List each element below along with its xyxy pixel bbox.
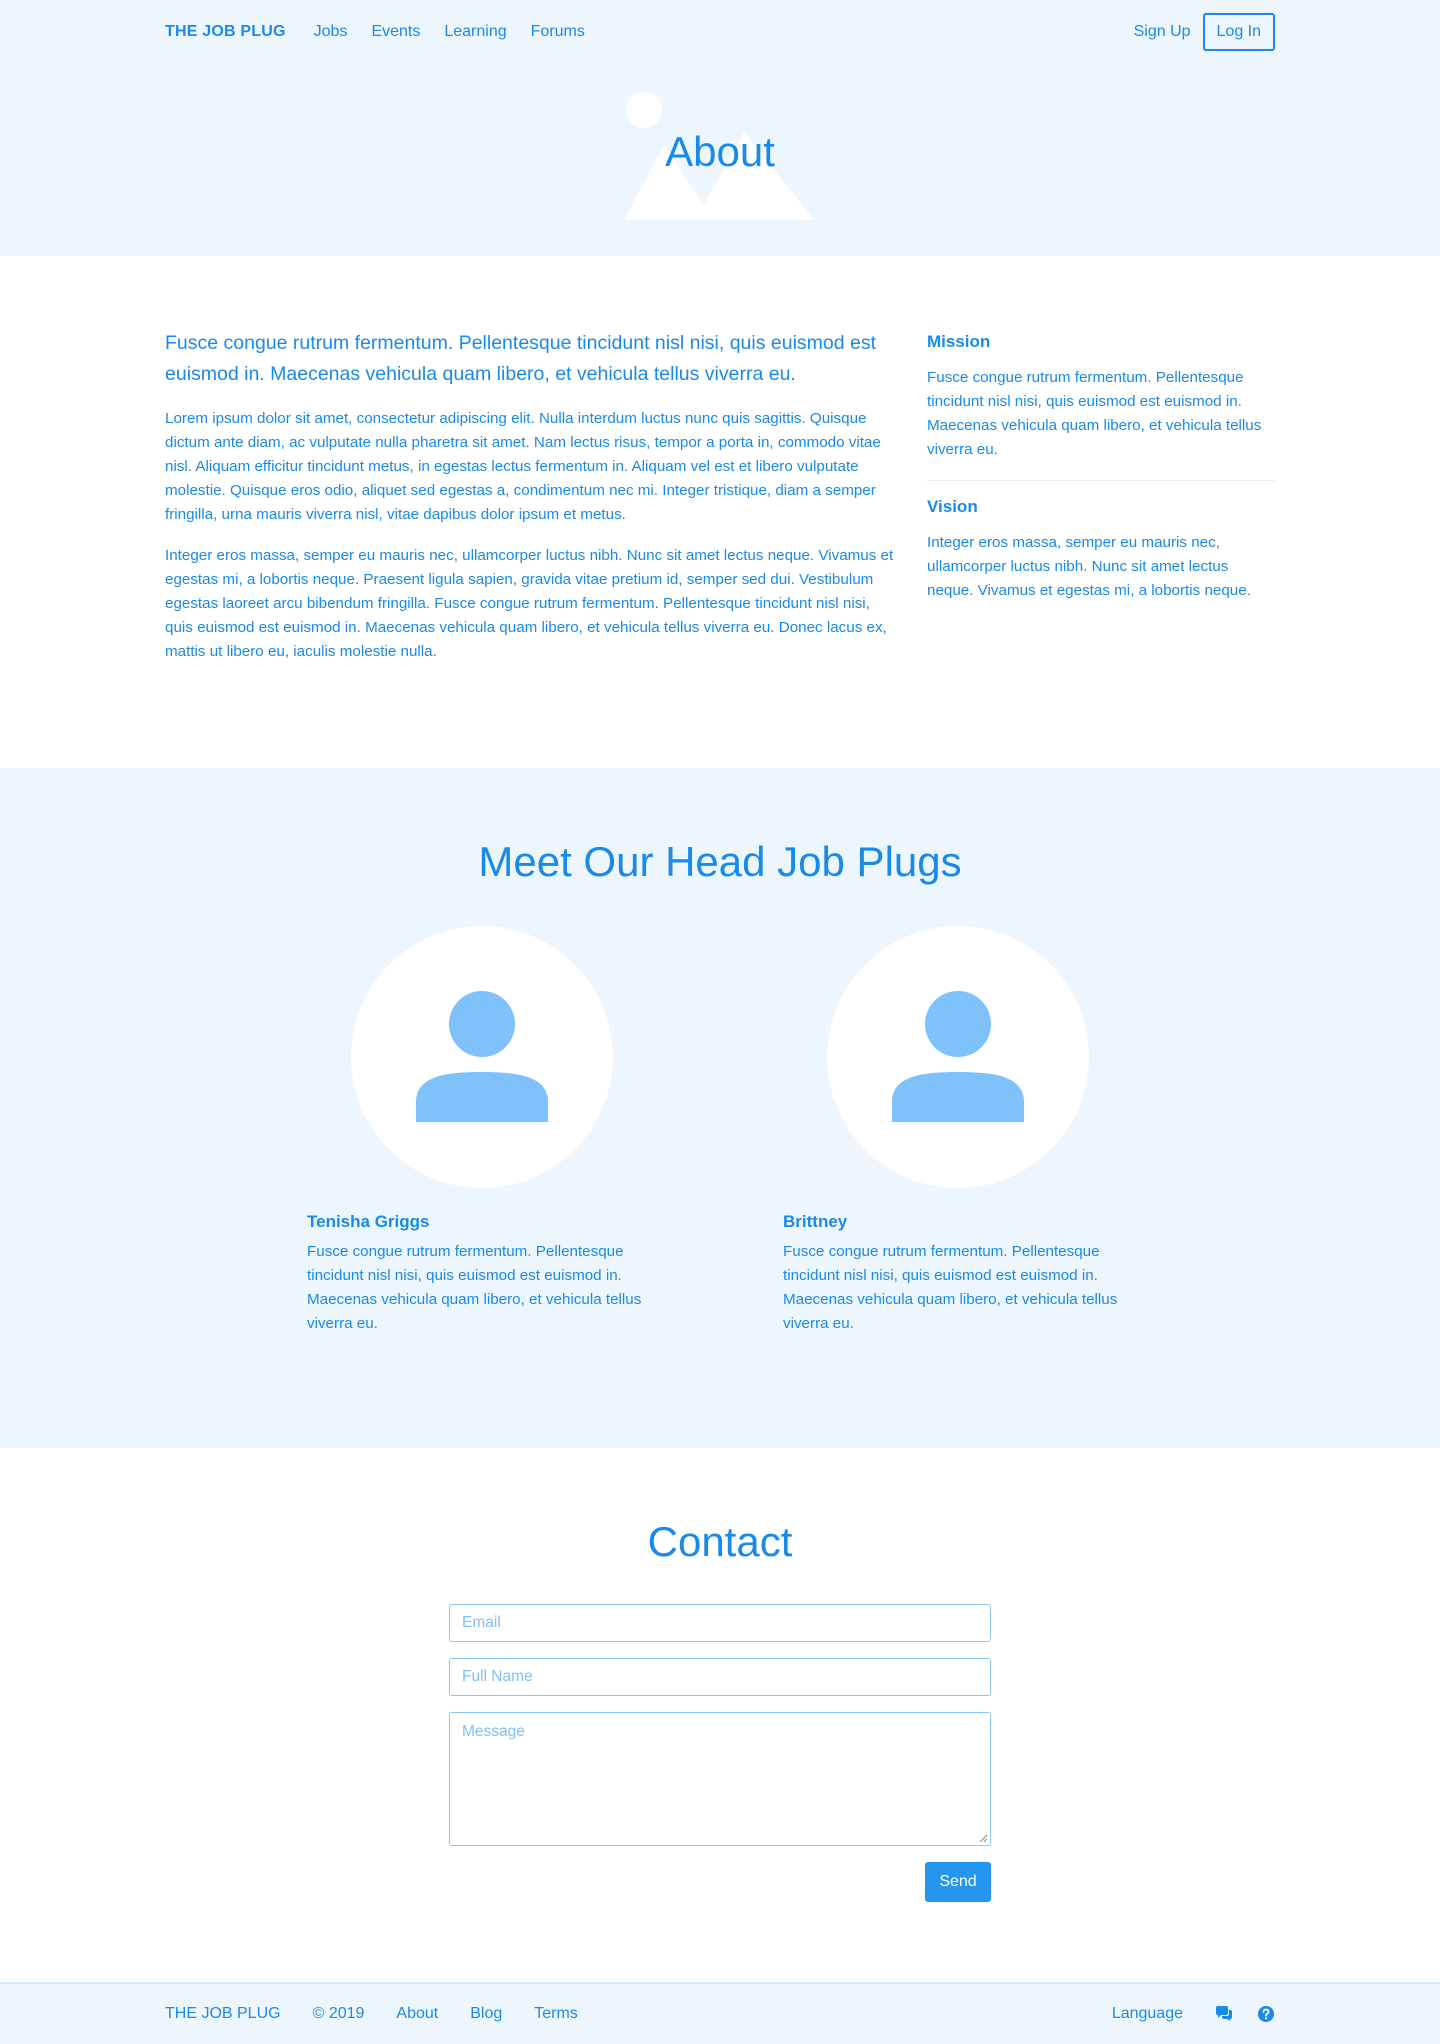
login-button[interactable]: Log In (1202, 13, 1275, 51)
user-avatar-icon (416, 991, 548, 1122)
about-paragraph: Lorem ipsum dolor sit amet, consectetur … (165, 410, 881, 523)
page-title: About (665, 128, 775, 175)
contact-form: Email Full Name Message Send (449, 1604, 991, 1902)
team-section: Meet Our Head Job Plugs Tenisha Griggs F… (0, 768, 1440, 1448)
full-name-field[interactable]: Full Name (449, 1658, 991, 1696)
member-bio: Fusce congue rutrum fermentum. Pellentes… (307, 1243, 642, 1332)
team-member: Brittney Fusce congue rutrum fermentum. … (783, 926, 1123, 1336)
nav-link-events[interactable]: Events (371, 23, 420, 41)
about-main: Fusce congue rutrum fermentum. Pellentes… (165, 328, 895, 664)
help-icon[interactable] (1257, 2005, 1275, 2023)
avatar (827, 926, 1089, 1188)
mission-heading: Mission (927, 332, 991, 351)
avatar (351, 926, 613, 1188)
footer-link-blog[interactable]: Blog (470, 2005, 502, 2023)
member-bio: Fusce congue rutrum fermentum. Pellentes… (783, 1243, 1118, 1332)
team-title: Meet Our Head Job Plugs (478, 838, 962, 885)
email-field[interactable]: Email (449, 1604, 991, 1642)
about-lead: Fusce congue rutrum fermentum. Pellentes… (165, 332, 877, 385)
about-section: Fusce congue rutrum fermentum. Pellentes… (0, 256, 1440, 768)
send-button[interactable]: Send (925, 1862, 991, 1902)
brand-logo[interactable]: THE JOB PLUG (165, 23, 286, 41)
member-name: Brittney (783, 1212, 848, 1231)
message-placeholder: Message (462, 1723, 525, 1740)
send-row: Send (449, 1862, 991, 1902)
signup-link[interactable]: Sign Up (1134, 23, 1191, 41)
footer: THE JOB PLUG © 2019 About Blog Terms Lan… (0, 1982, 1440, 2044)
contact-title: Contact (647, 1518, 793, 1565)
vision-heading: Vision (927, 497, 978, 516)
nav-link-learning[interactable]: Learning (444, 23, 506, 41)
footer-link-terms[interactable]: Terms (534, 2005, 578, 2023)
sidebar-divider (927, 480, 1275, 481)
about-paragraph: Integer eros massa, semper eu mauris nec… (165, 547, 894, 660)
team-list: Tenisha Griggs Fusce congue rutrum ferme… (307, 926, 1275, 1336)
contact-section: Contact Email Full Name Message Send (0, 1448, 1440, 1982)
resize-handle-icon[interactable] (979, 1834, 988, 1843)
header-hero: THE JOB PLUG Jobs Events Learning Forums… (0, 0, 1440, 256)
footer-copyright: © 2019 (312, 2005, 365, 2022)
chat-icon[interactable] (1215, 2005, 1233, 2023)
user-avatar-icon (892, 991, 1024, 1122)
vision-text: Integer eros massa, semper eu mauris nec… (927, 534, 1251, 599)
nav-link-jobs[interactable]: Jobs (314, 23, 348, 41)
footer-link-about[interactable]: About (396, 2005, 438, 2023)
top-nav: THE JOB PLUG Jobs Events Learning Forums… (165, 0, 1275, 64)
message-textarea[interactable]: Message (449, 1712, 991, 1846)
member-name: Tenisha Griggs (307, 1212, 430, 1231)
team-member: Tenisha Griggs Fusce congue rutrum ferme… (307, 926, 647, 1336)
footer-brand[interactable]: THE JOB PLUG (165, 2005, 281, 2023)
nav-auth: Sign Up Log In (1134, 13, 1275, 51)
about-sidebar: Mission Fusce congue rutrum fermentum. P… (927, 328, 1275, 664)
footer-right: Language (1112, 2005, 1275, 2023)
language-selector[interactable]: Language (1112, 2005, 1183, 2023)
nav-link-forums[interactable]: Forums (531, 23, 585, 41)
mission-text: Fusce congue rutrum fermentum. Pellentes… (927, 369, 1262, 458)
